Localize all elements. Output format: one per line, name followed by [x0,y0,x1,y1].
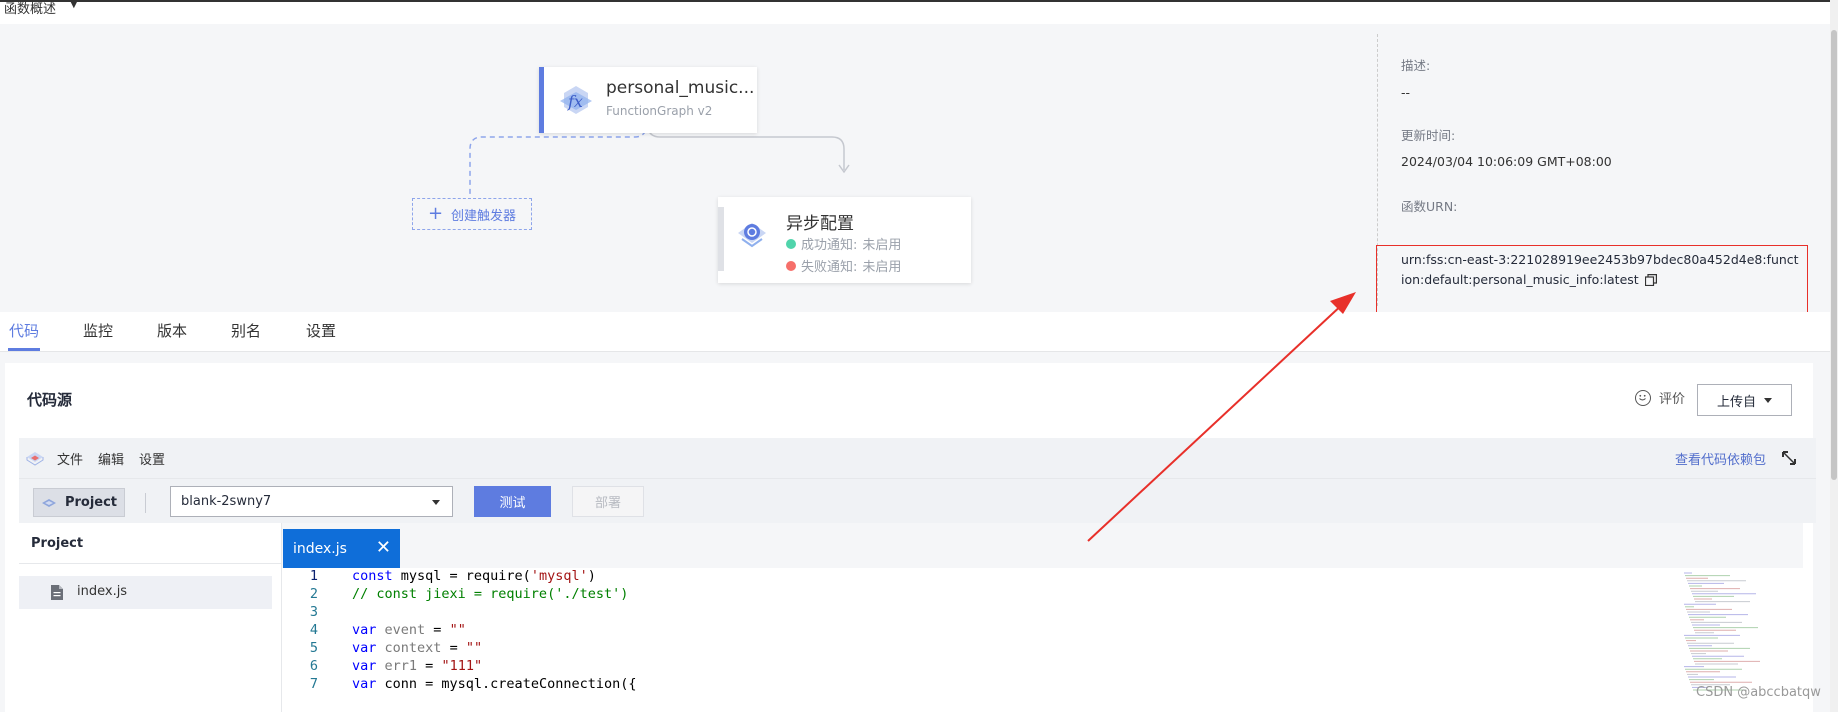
function-node[interactable]: fx personal_music... FunctionGraph v2 [539,67,757,133]
upload-from-dropdown[interactable]: 上传自 [1697,384,1792,416]
code-line: 4 var event = "" [282,622,1682,642]
file-name: index.js [77,584,128,599]
fail-notify-label: 失败通知: [801,260,858,275]
editor-tab-index-js[interactable]: index.js ✕ [283,529,400,568]
tab-alias[interactable]: 别名 [231,320,261,341]
function-runtime: FunctionGraph v2 [606,104,713,118]
project-icon [41,498,56,507]
code-editor[interactable]: index.js ✕ 1 const mysql = require('mysql… [282,523,1803,712]
rate-label: 评价 [1659,392,1686,407]
function-tabs: 代码 监控 版本 别名 设置 [0,312,1838,352]
ide-menu-bar: 文件 编辑 设置 查看代码依赖包 [19,438,1816,478]
updated-time-label: 更新时间: [1401,128,1456,143]
project-explorer: Project index.js [19,523,282,712]
tab-monitor[interactable]: 监控 [83,320,113,341]
file-item-index-js[interactable]: index.js [19,576,272,609]
success-notify-row: 成功通知: 未启用 [786,234,901,253]
smile-icon [1635,389,1651,406]
async-config-title: 异步配置 [786,214,854,234]
line-number: 6 [309,658,318,674]
project-select[interactable]: blank-2swny7 [170,486,453,517]
async-config-icon [738,223,766,248]
line-number: 2 [309,586,318,602]
explorer-title: Project [31,536,84,551]
page-scrollbar-thumb[interactable] [1831,30,1837,480]
description-label: 描述: [1401,58,1431,73]
code-text: var err1 = "111" [352,658,483,674]
expand-icon[interactable] [1781,450,1797,466]
chevron-down-icon [432,500,440,505]
create-trigger-label: 创建触发器 [451,208,517,224]
project-select-value: blank-2swny7 [181,494,272,509]
fail-notify-row: 失败通知: 未启用 [786,256,901,275]
line-number: 1 [309,568,318,584]
urn-label: 函数URN: [1401,199,1458,214]
code-line: 1 const mysql = require('mysql') [282,568,1682,588]
code-line: 6 var err1 = "111" [282,658,1682,678]
status-dot-fail [786,260,796,271]
urn-value-wrapper: urn:fss:cn-east-3:221028919ee2453b97bdec… [1401,250,1801,290]
file-icon [51,585,63,600]
explorer-divider [19,563,282,564]
node-side-bar [718,207,724,271]
watermark: CSDN @abccbatqw [1696,685,1821,700]
active-tab-indicator [8,348,40,351]
description-value: -- [1401,85,1411,100]
urn-highlight-box: urn:fss:cn-east-3:221028919ee2453b97bdec… [1376,245,1808,316]
urn-value[interactable]: urn:fss:cn-east-3:221028919ee2453b97bdec… [1401,252,1799,287]
create-trigger-button[interactable]: + 创建触发器 [412,198,532,230]
code-line: 2 // const jiexi = require('./test') [282,586,1682,606]
async-config-node[interactable]: 异步配置 成功通知: 未启用 失败通知: 未启用 [718,197,971,283]
status-dot-success [786,238,796,249]
code-line: 5 var context = "" [282,640,1682,660]
function-icon: fx [560,86,592,114]
code-text: var conn = mysql.createConnection({ [352,676,637,692]
line-number: 3 [309,604,318,620]
line-number: 7 [309,676,318,692]
line-number: 5 [309,640,318,656]
code-source-panel: 代码源 评价 上传自 文件 编辑 设置 查看代码依赖包 Project blan… [5,363,1816,712]
ide-action-bar: Project blank-2swny7 测试 部署 [19,478,1816,523]
code-line: 7 var conn = mysql.createConnection({ [282,676,1682,696]
tab-settings[interactable]: 设置 [306,320,336,341]
panel-title: 代码源 [27,391,73,409]
top-section-header: 函数概述 ▼ [0,0,1838,24]
menu-edit[interactable]: 编辑 [98,449,124,468]
code-line: 3 [282,604,1682,624]
updated-time-value: 2024/03/04 10:06:09 GMT+08:00 [1401,154,1612,169]
success-notify-label: 成功通知: [801,238,858,253]
code-text: // const jiexi = require('./test') [352,586,629,602]
rate-button[interactable]: 评价 [1635,388,1685,407]
code-text: var event = "" [352,622,466,638]
close-icon[interactable]: ✕ [376,537,391,558]
project-toggle-button[interactable]: Project [33,488,125,517]
project-button-label: Project [64,495,118,510]
fail-notify-value: 未启用 [862,260,902,275]
ide-logo-icon [26,452,44,466]
line-number: 4 [309,622,318,638]
view-dependencies-link[interactable]: 查看代码依赖包 [1675,449,1766,468]
function-name: personal_music... [606,78,755,98]
function-overview: fx personal_music... FunctionGraph v2 + … [0,24,1838,316]
chevron-down-icon[interactable]: ▼ [70,0,78,10]
editor-tab-bar: index.js ✕ [282,523,1803,568]
code-text: const mysql = require('mysql') [352,568,596,584]
plus-icon: + [427,203,444,224]
chevron-down-icon [1764,397,1772,403]
svg-text:fx: fx [567,92,583,111]
menu-file[interactable]: 文件 [57,449,83,468]
code-text: var context = "" [352,640,483,656]
tab-version[interactable]: 版本 [157,320,187,341]
upload-from-label: 上传自 [1716,394,1756,410]
toolbar-separator [145,493,146,513]
test-button[interactable]: 测试 [474,486,551,517]
menu-settings[interactable]: 设置 [139,449,165,468]
tab-code[interactable]: 代码 [9,320,39,341]
editor-tab-label: index.js [293,540,347,557]
deploy-button[interactable]: 部署 [572,486,644,517]
success-notify-value: 未启用 [862,238,902,253]
copy-icon[interactable] [1644,274,1657,286]
section-title: 函数概述 [4,2,57,17]
